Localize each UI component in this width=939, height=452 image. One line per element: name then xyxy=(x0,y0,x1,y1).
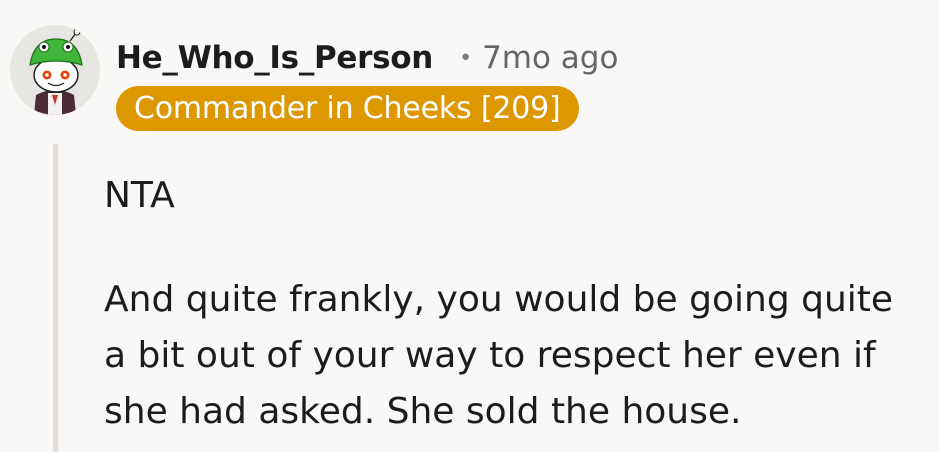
comment-header: He_Who_Is_Person • 7mo ago xyxy=(116,38,618,78)
username-link[interactable]: He_Who_Is_Person xyxy=(116,40,433,76)
user-avatar[interactable] xyxy=(10,25,100,115)
timestamp-link[interactable]: 7mo ago xyxy=(482,40,618,76)
thread-collapse-line[interactable] xyxy=(53,144,58,452)
comment-paragraph: And quite frankly, you would be going qu… xyxy=(104,279,894,432)
meta-separator: • xyxy=(459,45,473,71)
user-flair-badge: Commander in Cheeks [209] xyxy=(116,86,579,131)
comment-paragraph: NTA xyxy=(104,175,175,216)
snoo-avatar-icon xyxy=(29,28,83,115)
comment-body: NTA And quite frankly, you would be goin… xyxy=(104,168,924,440)
comment: He_Who_Is_Person • 7mo ago Commander in … xyxy=(0,0,939,452)
